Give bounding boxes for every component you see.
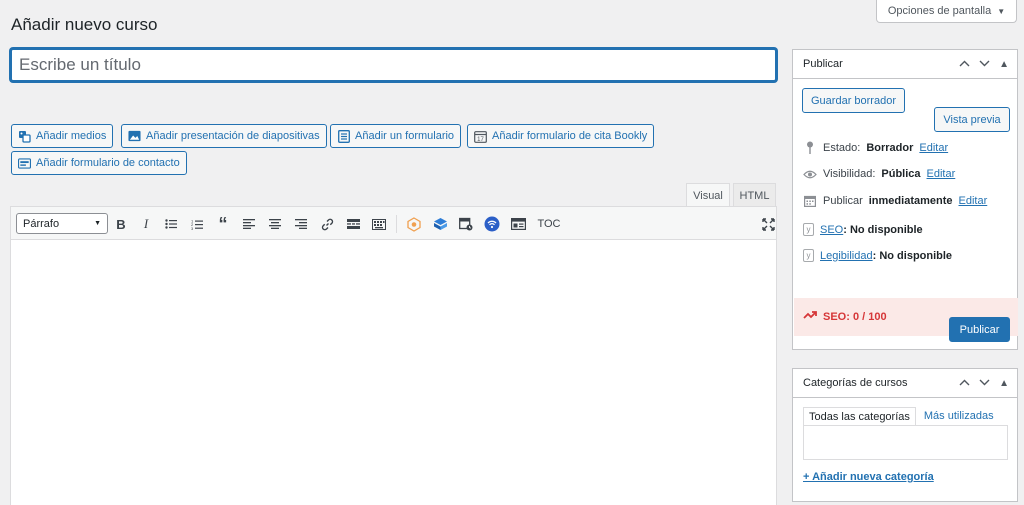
tab-most-used[interactable]: Más utilizadas <box>916 407 1002 425</box>
seo-link[interactable]: SEO <box>820 224 843 236</box>
seo-row: y SEO: No disponible <box>803 223 923 236</box>
screen-options-button[interactable]: Opciones de pantalla ▼ <box>876 0 1017 23</box>
italic-icon[interactable]: I <box>137 215 155 233</box>
toolbar-divider <box>396 215 397 233</box>
visibility-value: Pública <box>881 168 921 180</box>
add-contact-form-button[interactable]: Añadir formulario de contacto <box>11 151 187 175</box>
format-select-value: Párrafo <box>23 217 60 230</box>
readability-value: : No disponible <box>872 249 953 262</box>
blockquote-icon[interactable]: “ <box>214 214 232 234</box>
publish-box-header: Publicar ▲ <box>793 50 1017 79</box>
contact-form-icon <box>18 157 31 170</box>
seo-score-icon <box>803 310 817 324</box>
svg-text:3: 3 <box>191 225 194 229</box>
format-select[interactable]: Párrafo ▼ <box>16 213 108 234</box>
add-slideshow-label: Añadir presentación de diapositivas <box>146 130 320 142</box>
form-icon <box>337 129 350 143</box>
page-title: Añadir nuevo curso <box>11 15 158 34</box>
tab-html[interactable]: HTML <box>733 183 776 207</box>
pin-icon <box>803 141 817 154</box>
numbered-list-icon[interactable]: 123 <box>188 215 206 233</box>
category-tabs: Todas las categorías Más utilizadas <box>803 407 1008 425</box>
publish-button[interactable]: Publicar <box>949 317 1010 342</box>
plugin-hexagon-icon[interactable] <box>405 215 423 233</box>
schedule-label: Publicar <box>823 195 863 207</box>
status-label: Estado: <box>823 141 861 154</box>
publish-box: Publicar ▲ Guardar borrador Vista previa… <box>792 49 1018 350</box>
preview-button[interactable]: Vista previa <box>934 107 1010 132</box>
svg-text:17: 17 <box>477 137 484 143</box>
chevron-down-icon[interactable] <box>979 59 990 70</box>
readability-link[interactable]: Legibilidad <box>820 250 873 262</box>
schedule-value: inmediatamente <box>868 195 953 207</box>
schedule-row: Publicar inmediatamente Editar <box>803 195 987 207</box>
collapse-toggle-icon[interactable]: ▲ <box>999 378 1009 389</box>
add-bookly-label: Añadir formulario de cita Bookly <box>492 130 648 142</box>
add-media-icon <box>18 130 31 143</box>
align-center-icon[interactable] <box>266 215 284 233</box>
add-slideshow-button[interactable]: Añadir presentación de diapositivas <box>121 124 327 148</box>
readability-row: y Legibilidad: No disponible <box>803 249 952 262</box>
add-form-button[interactable]: Añadir un formulario <box>330 124 462 148</box>
publish-box-title: Publicar <box>803 58 843 70</box>
editor-body[interactable] <box>11 240 776 505</box>
title-input[interactable] <box>10 48 777 82</box>
edit-schedule-link[interactable]: Editar <box>959 195 988 207</box>
chevron-up-icon[interactable] <box>959 378 970 389</box>
tab-visual[interactable]: Visual <box>686 183 730 207</box>
chevron-down-icon[interactable] <box>979 378 990 389</box>
yoast-icon: y <box>803 249 814 262</box>
add-category-link[interactable]: + Añadir nueva categoría <box>803 471 934 483</box>
toc-button[interactable]: TOC <box>535 215 563 233</box>
bullet-list-icon[interactable] <box>162 215 180 233</box>
category-list[interactable] <box>803 425 1008 460</box>
visibility-row: Visibilidad: Pública Editar <box>803 168 955 180</box>
save-draft-button[interactable]: Guardar borrador <box>802 88 905 113</box>
add-contact-form-label: Añadir formulario de contacto <box>36 157 180 169</box>
plugin-calendar-icon[interactable] <box>457 215 475 233</box>
bold-icon[interactable]: B <box>112 215 130 233</box>
status-value: Borrador <box>866 141 914 154</box>
caret-down-icon: ▼ <box>997 6 1006 16</box>
calendar-icon: 17 <box>474 130 487 143</box>
chevron-up-icon[interactable] <box>959 59 970 70</box>
screen-options-label: Opciones de pantalla <box>887 5 992 17</box>
content-editor[interactable]: Párrafo ▼ B I 123 “ TOC <box>10 206 777 505</box>
fullscreen-icon[interactable] <box>759 215 777 233</box>
eye-icon <box>803 170 817 179</box>
categories-box-title: Categorías de cursos <box>803 377 908 389</box>
categories-box-header: Categorías de cursos ▲ <box>793 369 1017 398</box>
plugin-window-icon[interactable] <box>509 215 527 233</box>
visibility-label: Visibilidad: <box>823 168 876 180</box>
add-media-label: Añadir medios <box>36 130 107 142</box>
read-more-icon[interactable] <box>344 215 362 233</box>
align-left-icon[interactable] <box>240 215 258 233</box>
editor-toolbar: Párrafo ▼ B I 123 “ TOC <box>11 207 776 240</box>
yoast-icon: y <box>803 223 814 236</box>
collapse-toggle-icon[interactable]: ▲ <box>999 59 1009 70</box>
toolbar-toggle-icon[interactable] <box>370 215 388 233</box>
tab-all-categories[interactable]: Todas las categorías <box>803 407 916 425</box>
calendar-icon <box>803 195 817 207</box>
seo-score-text: SEO: 0 / 100 <box>823 311 887 323</box>
add-bookly-button[interactable]: 17 Añadir formulario de cita Bookly <box>467 124 655 148</box>
edit-visibility-link[interactable]: Editar <box>927 168 956 180</box>
align-right-icon[interactable] <box>292 215 310 233</box>
plugin-wifi-icon[interactable] <box>483 215 501 233</box>
seo-value: : No disponible <box>843 223 923 236</box>
status-row: Estado: Borrador Editar <box>803 141 948 154</box>
add-media-button[interactable]: Añadir medios <box>11 124 114 148</box>
edit-status-link[interactable]: Editar <box>919 142 948 154</box>
plugin-cube-icon[interactable] <box>431 215 449 233</box>
slideshow-icon <box>128 130 141 143</box>
link-icon[interactable] <box>318 215 336 233</box>
add-form-label: Añadir un formulario <box>355 130 455 142</box>
chevron-down-icon: ▼ <box>94 220 101 227</box>
categories-box: Categorías de cursos ▲ Todas las categor… <box>792 368 1018 502</box>
